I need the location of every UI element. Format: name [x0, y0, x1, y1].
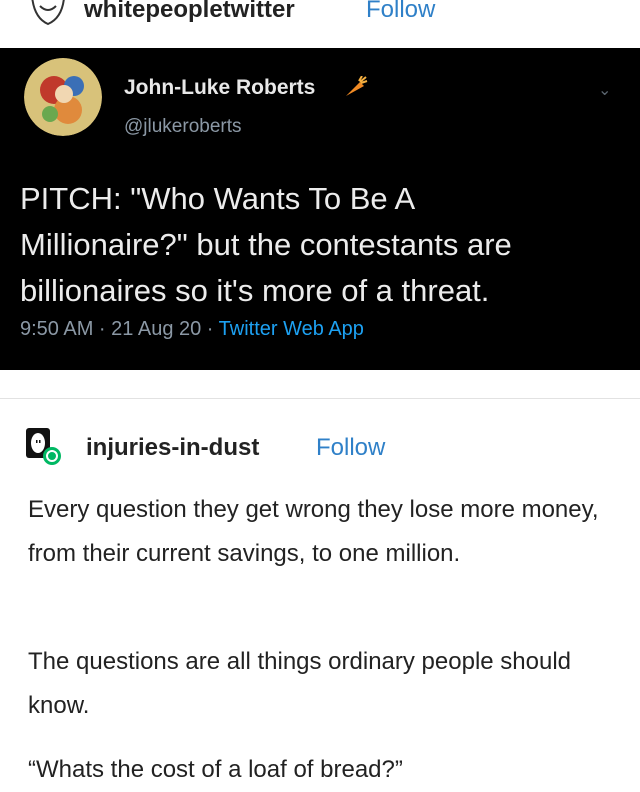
avatar-sketch-icon[interactable] [28, 0, 68, 28]
reblog-follow-button[interactable]: Follow [316, 434, 385, 462]
tweet-avatar[interactable] [24, 58, 102, 136]
tweet-text-line: Millionaire?" but the contestants are [20, 227, 512, 262]
reblog-paragraph: “Whats the cost of a loaf of bread?” [28, 756, 403, 783]
tweet-display-name[interactable]: John-Luke Roberts [124, 76, 315, 100]
tweet-timestamp[interactable]: 9:50 AM · 21 Aug 20 · [20, 318, 219, 340]
reblog-avatar-icon[interactable] [24, 426, 62, 466]
tweet-source-link[interactable]: Twitter Web App [219, 318, 364, 340]
post-divider [0, 398, 640, 399]
reblog-username[interactable]: injuries-in-dust [86, 434, 259, 462]
reblog-paragraph: The questions are all things ordinary pe… [28, 648, 572, 719]
tweet-text-line: PITCH: "Who Wants To Be A [20, 181, 416, 216]
tweet-handle[interactable]: @jlukeroberts [124, 116, 242, 138]
top-post-follow-button[interactable]: Follow [366, 0, 435, 24]
tweet-text-line: billionaires so it's more of a threat. [20, 273, 490, 308]
tweet-meta: 9:50 AM · 21 Aug 20 · Twitter Web App [20, 318, 364, 341]
reblog-paragraph: Every question they get wrong they lose … [28, 496, 599, 567]
top-post-header: whitepeopletwitter Follow [0, 0, 640, 48]
tweet-text: PITCH: "Who Wants To Be A Millionaire?" … [20, 176, 630, 314]
carrot-icon [346, 76, 368, 96]
chevron-down-icon[interactable]: ⌄ [598, 80, 611, 100]
top-post-username[interactable]: whitepeopletwitter [84, 0, 295, 24]
